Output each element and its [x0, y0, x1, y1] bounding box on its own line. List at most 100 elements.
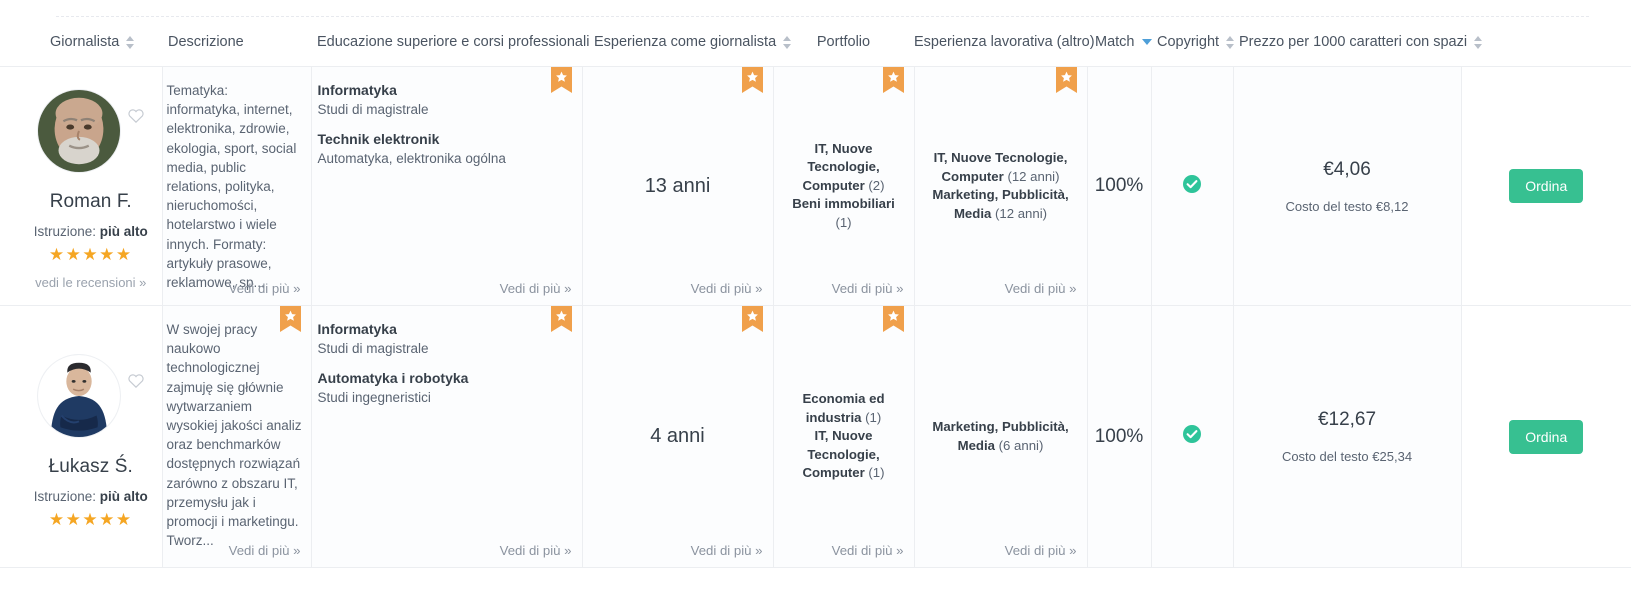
cell-journalist: Łukasz Ś. Istruzione: più alto ★★★★★ [20, 305, 163, 568]
more-link-description[interactable]: Vedi di più » [229, 543, 301, 558]
header-descrizione-label: Descrizione [168, 34, 244, 50]
cell-description: W swojej pracy naukowo technologicznej z… [162, 305, 312, 568]
text-cost: Costo del testo €25,34 [1282, 449, 1412, 464]
education-level-value: più alto [99, 489, 148, 504]
education-list: Informatyka Studi di magistrale Automaty… [312, 306, 582, 407]
education-title: Automatyka i robotyka [317, 370, 469, 386]
cell-match: 100% [1087, 66, 1152, 306]
header-row: Giornalista Descrizione Educazione super… [0, 34, 1631, 67]
cell-work-experience: IT, Nuove Tecnologie, Computer (12 anni)… [914, 66, 1088, 306]
work-experience-list: Marketing, Pubblicità, Media (6 anni) [915, 306, 1087, 567]
more-link-education[interactable]: Vedi di più » [500, 281, 572, 296]
education-level: Istruzione: più alto [34, 489, 148, 504]
header-copyright[interactable]: Copyright [1151, 34, 1235, 67]
journalist-experience-value: 4 anni [650, 425, 705, 447]
work-experience-count: (12 anni) [1007, 168, 1060, 184]
header-educazione-label: Educazione superiore e corsi professiona… [317, 34, 590, 50]
education-level-prefix: Istruzione: [33, 224, 96, 239]
journalist-experience-value: 13 anni [644, 174, 711, 197]
cell-journalist-experience: 13 anni Vedi di più » [582, 66, 774, 306]
price-block: €12,67 Costo del testo €25,34 [1234, 306, 1461, 567]
education-title: Technik elektronik [317, 131, 440, 147]
rating-stars: ★★★★★ [48, 245, 133, 264]
text-cost-prefix: Costo del testo [1281, 449, 1369, 464]
education-entry: Technik elektronik Automatyka, elektroni… [318, 130, 568, 168]
journalist-name[interactable]: Roman F. [50, 191, 132, 213]
order-button[interactable]: Ordina [1509, 169, 1584, 203]
header-prezzo-label: Prezzo per 1000 caratteri con spazi [1239, 34, 1468, 50]
order-button[interactable]: Ordina [1509, 419, 1584, 454]
more-link-work-experience[interactable]: Vedi di più » [1005, 543, 1077, 558]
sort-icon[interactable] [126, 35, 135, 49]
description-text: Tematyka: informatyka, internet, elektro… [166, 83, 297, 291]
avatar[interactable] [36, 354, 121, 438]
text-cost-value: €25,34 [1372, 449, 1413, 464]
portfolio-count: (1) [865, 409, 882, 425]
reviews-link[interactable]: vedi le recensioni » [35, 275, 146, 290]
header-giornalista-label: Giornalista [50, 34, 120, 50]
work-experience-count: (6 anni) [998, 437, 1044, 453]
star-badge-icon [741, 67, 763, 93]
header-giornalista[interactable]: Giornalista [20, 34, 162, 67]
price-block: €4,06 Costo del testo €8,12 [1234, 67, 1461, 305]
more-link-work-experience[interactable]: Vedi di più » [1005, 281, 1077, 296]
header-match-label: Match [1095, 34, 1135, 50]
education-level-prefix: Istruzione: [33, 489, 96, 504]
portfolio-count: (1) [835, 214, 852, 230]
education-level-value: più alto [99, 224, 148, 239]
header-prezzo[interactable]: Prezzo per 1000 caratteri con spazi [1233, 34, 1483, 67]
text-cost-value: €8,12 [1375, 198, 1409, 214]
star-badge-icon [279, 306, 301, 332]
sort-icon[interactable] [783, 35, 792, 49]
check-circle-icon [1182, 174, 1202, 199]
star-badge-icon [550, 306, 572, 332]
header-portfolio-label: Portfolio [816, 34, 871, 50]
header-match[interactable]: Match [1087, 34, 1152, 67]
copyright-status [1152, 306, 1233, 567]
avatar[interactable] [36, 89, 121, 173]
more-link-description[interactable]: Vedi di più » [229, 281, 301, 296]
price-value: €12,67 [1317, 409, 1377, 430]
copyright-status [1152, 67, 1233, 305]
cell-description: Tematyka: informatyka, internet, elektro… [162, 66, 312, 306]
chevron-down-icon[interactable] [1141, 39, 1152, 45]
header-esperienza-giornalista[interactable]: Esperienza come giornalista [582, 34, 792, 67]
more-link-journalist-experience[interactable]: Vedi di più » [691, 543, 763, 558]
match-value: 100% [1094, 425, 1144, 447]
sort-icon[interactable] [1474, 35, 1483, 49]
education-subtitle: Studi ingegneristici [317, 390, 431, 405]
header-esperienza-giornalista-label: Esperienza come giornalista [594, 34, 777, 50]
cell-copyright [1151, 305, 1234, 568]
cell-portfolio: IT, Nuove Tecnologie, Computer (2) Beni … [773, 66, 915, 306]
header-esperienza-lavorativa-label: Esperienza lavorativa (altro) [914, 34, 1095, 50]
journalists-table: Giornalista Descrizione Educazione super… [0, 34, 1631, 568]
header-educazione: Educazione superiore e corsi professiona… [311, 34, 589, 67]
education-subtitle: Automatyka, elektronika ogólna [317, 151, 506, 166]
star-badge-icon [882, 306, 904, 332]
cell-work-experience: Marketing, Pubblicità, Media (6 anni) Ve… [914, 305, 1088, 568]
journalist-name[interactable]: Łukasz Ś. [49, 456, 133, 478]
cell-match: 100% [1087, 305, 1152, 568]
rating-stars: ★★★★★ [48, 510, 133, 529]
text-cost-prefix: Costo del testo [1285, 198, 1373, 214]
sort-icon[interactable] [1226, 35, 1235, 49]
education-subtitle: Studi di magistrale [317, 341, 429, 356]
heart-outline-icon[interactable] [127, 372, 145, 390]
header-copyright-label: Copyright [1157, 34, 1220, 50]
more-link-portfolio[interactable]: Vedi di più » [832, 281, 904, 296]
price-value: €4,06 [1323, 158, 1371, 180]
header-descrizione: Descrizione [162, 34, 311, 67]
heart-outline-icon[interactable] [127, 107, 145, 125]
header-portfolio: Portfolio [773, 34, 914, 67]
top-divider [56, 16, 1589, 17]
table-body: Roman F. Istruzione: più alto ★★★★★ vedi… [0, 66, 1631, 568]
more-link-journalist-experience[interactable]: Vedi di più » [691, 281, 763, 296]
cell-price: €12,67 Costo del testo €25,34 [1233, 305, 1462, 568]
more-link-education[interactable]: Vedi di più » [500, 543, 572, 558]
cell-order: Ordina [1461, 66, 1631, 306]
header-photo-spacer [0, 34, 20, 67]
text-cost: Costo del testo €8,12 [1286, 199, 1409, 214]
more-link-portfolio[interactable]: Vedi di più » [832, 543, 904, 558]
portfolio-count: (2) [868, 177, 885, 193]
portfolio-label: Beni immobiliari [792, 196, 895, 212]
